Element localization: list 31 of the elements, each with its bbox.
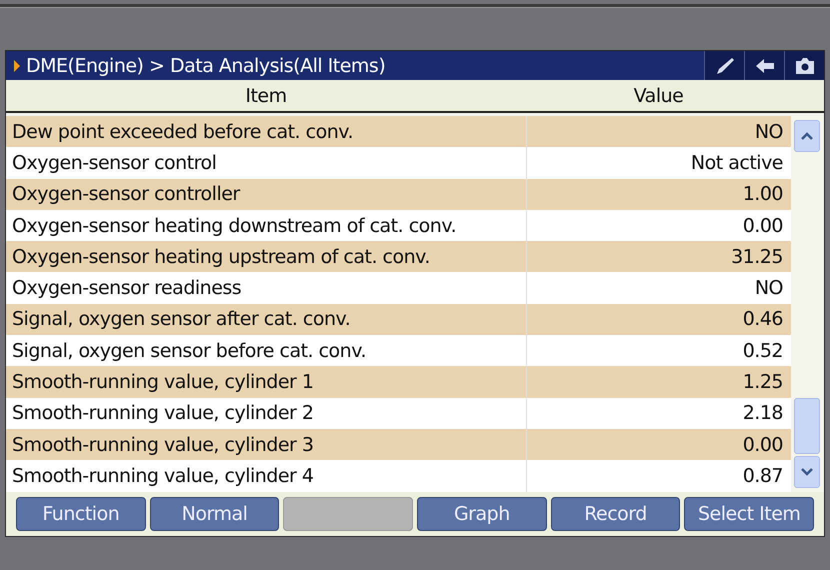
column-header: Value	[632, 84, 684, 106]
table-cell: Smooth-running value, cylinder 4	[6, 460, 528, 492]
window-title: DME(Engine) > Data Analysis(All Items)	[26, 54, 386, 76]
scrollbar-thumb[interactable]	[794, 398, 820, 454]
table-cell-text: 0.00	[742, 214, 784, 237]
function-button[interactable]: Record	[550, 496, 680, 531]
table-cell-text: 31.25	[730, 246, 784, 268]
table-cell-text: 0.52	[742, 340, 784, 362]
table-cell-text: 0.87	[742, 464, 784, 487]
table-cell-text: 0.00	[742, 434, 784, 456]
scroll-down-button[interactable]	[794, 456, 820, 488]
function-button[interactable]: Select Item	[684, 496, 814, 531]
table-cell-text: NO	[754, 277, 784, 300]
table-cell-text: Not active	[690, 152, 784, 174]
function-button[interactable]: Function	[16, 496, 146, 531]
camera-icon	[794, 56, 816, 76]
table-cell-text: 0.46	[742, 308, 784, 330]
caret-down-icon	[800, 466, 814, 477]
caret-up-icon	[800, 131, 814, 141]
table-cell-text: 1.00	[742, 183, 784, 206]
back-button[interactable]	[744, 51, 784, 80]
function-button[interactable]: Graph	[417, 496, 547, 531]
table-cell-text: 1.25	[742, 371, 784, 394]
table-cell-text: 2.18	[742, 402, 784, 424]
scroll-up-button[interactable]	[794, 120, 820, 152]
triangle-icon	[14, 60, 20, 72]
pen-button[interactable]	[704, 51, 744, 80]
camera-button[interactable]	[784, 51, 824, 80]
function-button[interactable]: Normal	[150, 496, 280, 531]
column-header: Item	[244, 84, 288, 106]
table-cell-text: NO	[754, 120, 784, 143]
